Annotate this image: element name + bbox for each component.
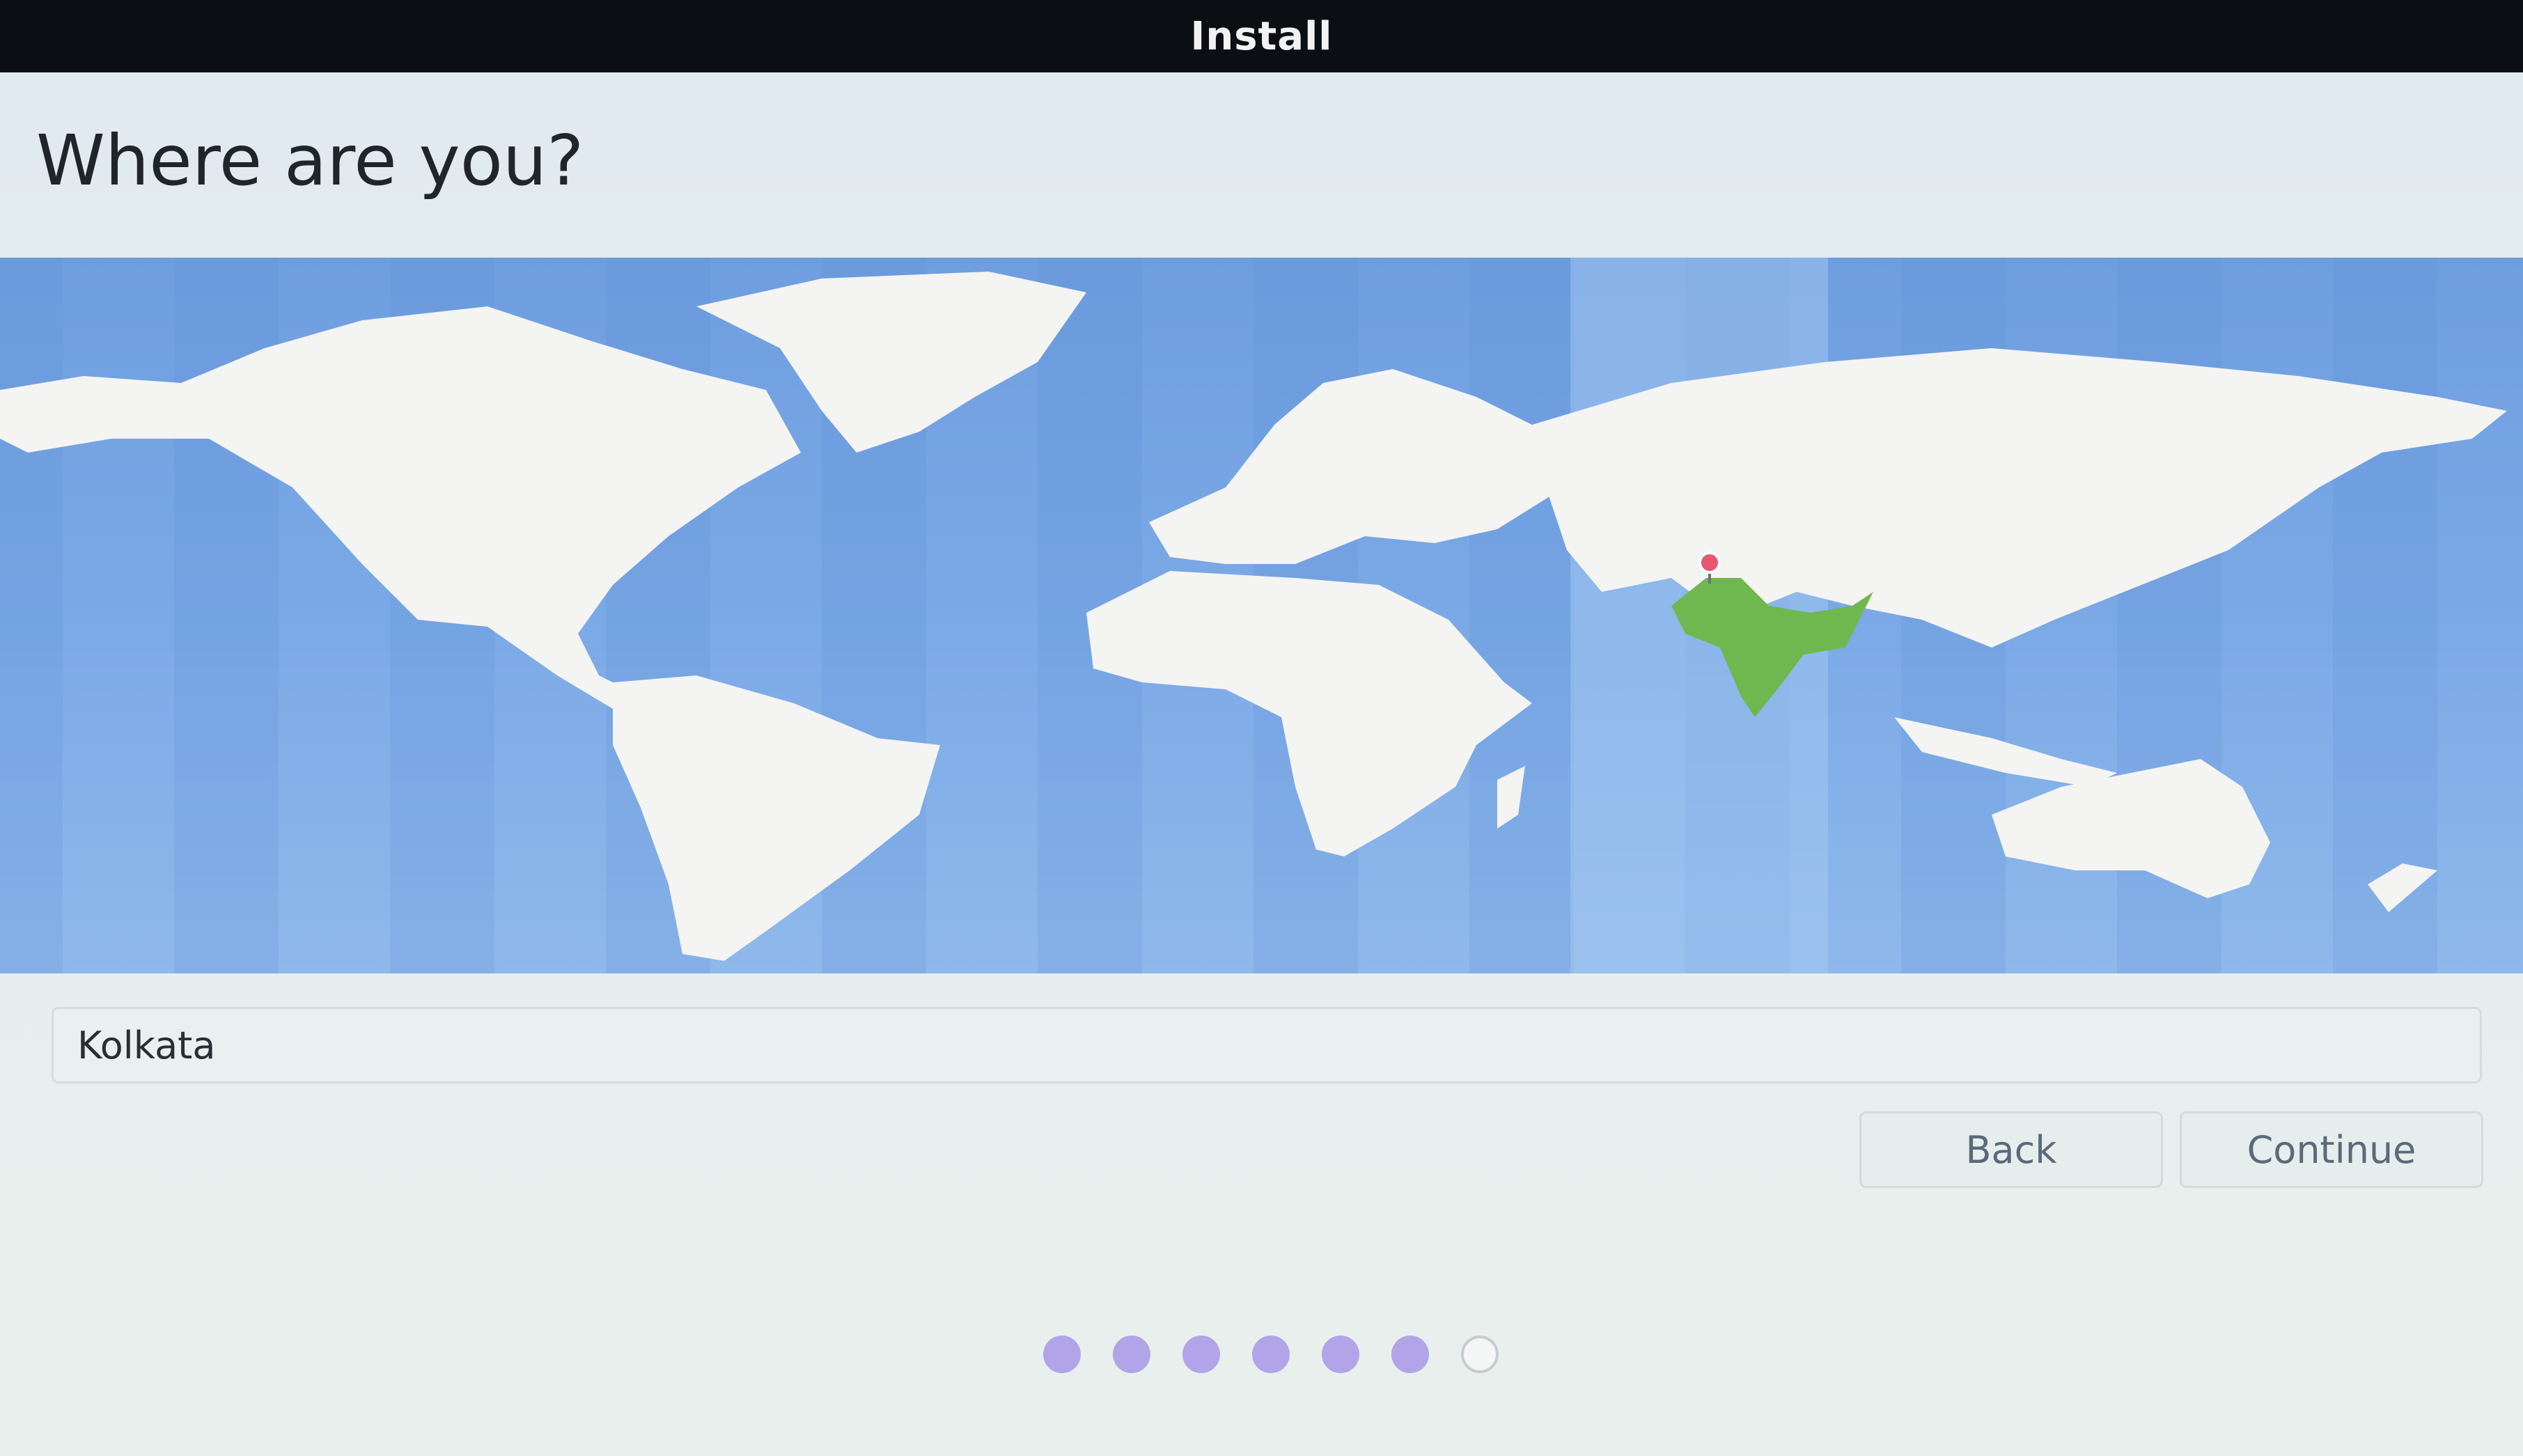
page-title: Where are you?: [36, 120, 584, 201]
progress-dot-complete: [1322, 1336, 1359, 1373]
continue-button[interactable]: Continue: [2180, 1111, 2483, 1188]
location-input[interactable]: Kolkata: [52, 1007, 2482, 1083]
window-titlebar: Install: [0, 0, 2523, 72]
back-button[interactable]: Back: [1859, 1111, 2163, 1188]
progress-dot-complete: [1043, 1336, 1081, 1373]
progress-dot-complete: [1391, 1336, 1429, 1373]
africa-shape: [1086, 571, 1532, 856]
progress-dot-current: [1461, 1336, 1499, 1373]
progress-steps: [1043, 1336, 1499, 1373]
progress-dot-complete: [1252, 1336, 1290, 1373]
timezone-map[interactable]: [0, 258, 2523, 973]
world-map: [0, 258, 2507, 973]
location-input-value: Kolkata: [77, 1023, 216, 1067]
progress-dot-complete: [1182, 1336, 1220, 1373]
progress-dot-complete: [1113, 1336, 1150, 1373]
window-title: Install: [1190, 13, 1333, 59]
